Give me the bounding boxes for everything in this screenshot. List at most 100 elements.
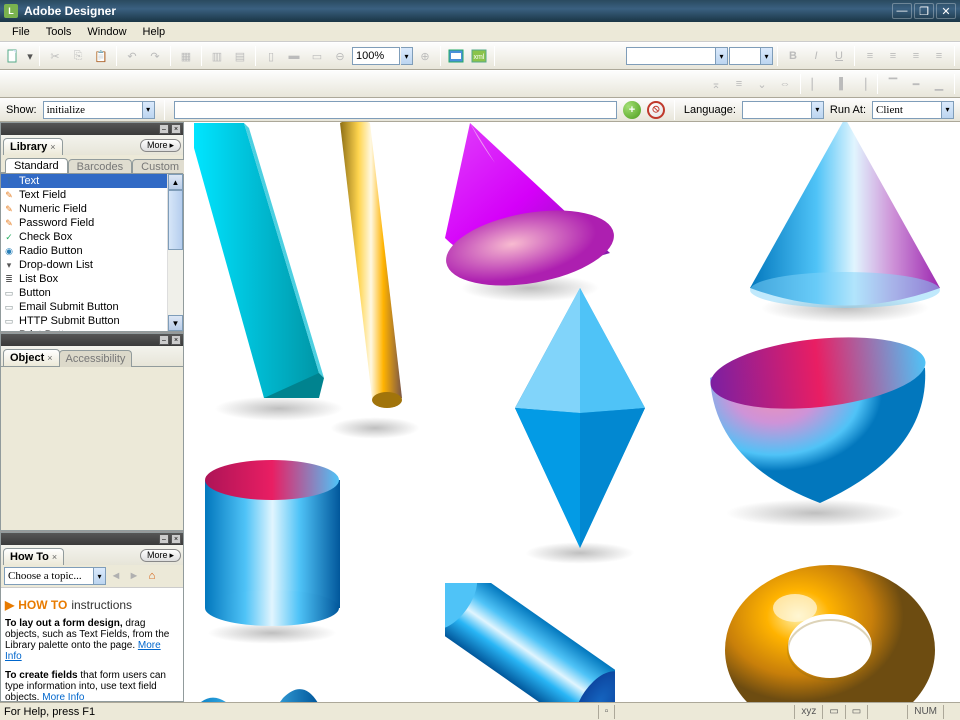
- tab-accessibility[interactable]: Accessibility: [59, 350, 133, 367]
- zoom-field[interactable]: 100%: [352, 47, 400, 65]
- status-spacer-cell: [614, 705, 794, 719]
- show-combo[interactable]: ▾: [43, 101, 155, 119]
- list-item[interactable]: ◉Radio Button: [1, 244, 183, 258]
- font-size-combo[interactable]: ▾: [729, 47, 773, 65]
- howto-heading: ▶ HOW TO instructions: [5, 598, 179, 612]
- paste-button: 📋: [90, 45, 112, 67]
- canvas-shape[interactable]: [189, 123, 339, 403]
- home-icon[interactable]: ⌂: [144, 568, 160, 584]
- list-item[interactable]: ▭Button: [1, 286, 183, 300]
- forward-button[interactable]: ►: [126, 568, 142, 584]
- font-family-combo[interactable]: ▾: [626, 47, 728, 65]
- status-bar: For Help, press F1 ▫ xyz ▭ ▭ NUM: [0, 702, 960, 720]
- item-icon: ▭: [3, 329, 15, 331]
- item-icon: ✎: [3, 189, 15, 201]
- canvas-shape[interactable]: [188, 678, 318, 702]
- list-item[interactable]: ✎Numeric Field: [1, 202, 183, 216]
- item-icon: ✎: [3, 217, 15, 229]
- tab-object[interactable]: Object×: [3, 349, 60, 366]
- object-panel: – × Object× Accessibility: [0, 333, 184, 531]
- item-icon: ≣: [3, 273, 15, 285]
- more-info-link[interactable]: More Info: [42, 692, 84, 701]
- panel-close-icon[interactable]: ×: [171, 124, 181, 134]
- canvas-shape[interactable]: [445, 583, 615, 702]
- list-item[interactable]: ✓Check Box: [1, 230, 183, 244]
- close-icon[interactable]: ×: [50, 142, 55, 152]
- new-doc-dropdown[interactable]: ▾: [25, 45, 35, 67]
- language-combo[interactable]: ▾: [742, 101, 824, 119]
- item-icon: ▭: [3, 301, 15, 313]
- library-panel-bar[interactable]: – ×: [1, 123, 183, 135]
- app-logo-icon: L: [4, 4, 18, 18]
- close-icon[interactable]: ×: [47, 353, 52, 363]
- menu-window[interactable]: Window: [79, 24, 134, 40]
- subtab-custom[interactable]: Custom: [132, 159, 188, 174]
- add-script-button[interactable]: +: [623, 101, 641, 119]
- runat-combo[interactable]: ▾: [872, 101, 954, 119]
- italic-button: I: [805, 45, 827, 67]
- item-label: HTTP Submit Button: [19, 315, 120, 327]
- restore-button[interactable]: ❐: [914, 3, 934, 19]
- zoom-dropdown[interactable]: ▾: [401, 47, 413, 65]
- item-label: Text: [19, 175, 39, 187]
- canvas-shape[interactable]: [435, 123, 625, 293]
- tab-library[interactable]: Library×: [3, 138, 63, 155]
- canvas-shape[interactable]: [700, 333, 930, 508]
- menu-file[interactable]: File: [4, 24, 38, 40]
- menu-tools[interactable]: Tools: [38, 24, 80, 40]
- list-item[interactable]: ▭Email Submit Button: [1, 300, 183, 314]
- status-indicator-1: ▫: [598, 705, 615, 719]
- item-icon: ▾: [3, 259, 15, 271]
- canvas-shape[interactable]: [720, 558, 940, 702]
- subtab-barcodes[interactable]: Barcodes: [68, 159, 132, 174]
- list-item[interactable]: ▾ Drop-down List: [1, 258, 183, 272]
- scrollbar[interactable]: ▲ ▼: [167, 174, 183, 331]
- topic-combo[interactable]: ▾: [4, 567, 106, 585]
- script-field[interactable]: [174, 101, 617, 119]
- layout-editor-button[interactable]: [445, 45, 467, 67]
- object-panel-bar[interactable]: – ×: [1, 334, 183, 346]
- minimize-button[interactable]: —: [892, 3, 912, 19]
- status-xyz: xyz: [794, 705, 822, 719]
- close-icon[interactable]: ×: [52, 552, 57, 562]
- howto-panel-bar[interactable]: – ×: [1, 533, 183, 545]
- item-icon: T: [3, 175, 15, 187]
- item-icon: ✓: [3, 231, 15, 243]
- subtab-standard[interactable]: Standard: [5, 158, 68, 173]
- item-label: Drop-down List: [19, 259, 93, 271]
- item-label: List Box: [19, 273, 58, 285]
- list-item[interactable]: ≣ List Box: [1, 272, 183, 286]
- item-icon: ▭: [3, 287, 15, 299]
- panel-close-icon[interactable]: ×: [171, 534, 181, 544]
- canvas-shape[interactable]: [200, 458, 345, 628]
- status-gap2: [943, 705, 956, 719]
- panel-close-icon[interactable]: ×: [171, 335, 181, 345]
- list-item[interactable]: ✎Password Field: [1, 216, 183, 230]
- list-item[interactable]: T Text: [1, 174, 183, 188]
- scroll-thumb[interactable]: [168, 190, 183, 250]
- canvas-shape[interactable]: [740, 122, 950, 318]
- howto-more-button[interactable]: More ▸: [140, 549, 181, 562]
- tab-howto[interactable]: How To×: [3, 548, 64, 565]
- panel-minimize-icon[interactable]: –: [159, 124, 169, 134]
- menu-help[interactable]: Help: [135, 24, 174, 40]
- close-button[interactable]: ✕: [936, 3, 956, 19]
- valign-top-button: ⌅: [705, 73, 727, 95]
- library-more-button[interactable]: More ▸: [140, 139, 181, 152]
- canvas-shape[interactable]: [510, 288, 650, 558]
- panel-minimize-icon[interactable]: –: [159, 534, 169, 544]
- underline-button: U: [828, 45, 850, 67]
- cancel-script-button[interactable]: ⦸: [647, 101, 665, 119]
- list-item[interactable]: ▭Print Button: [1, 328, 183, 331]
- new-doc-button[interactable]: [2, 45, 24, 67]
- title-bar: L Adobe Designer — ❐ ✕: [0, 0, 960, 22]
- panel-minimize-icon[interactable]: –: [159, 335, 169, 345]
- back-button[interactable]: ◄: [108, 568, 124, 584]
- canvas[interactable]: [184, 122, 960, 702]
- xml-source-button[interactable]: xml: [468, 45, 490, 67]
- scroll-down-icon[interactable]: ▼: [168, 315, 183, 331]
- list-item[interactable]: ▭ HTTP Submit Button: [1, 314, 183, 328]
- canvas-shape[interactable]: [330, 122, 410, 418]
- list-item[interactable]: ✎Text Field: [1, 188, 183, 202]
- scroll-up-icon[interactable]: ▲: [168, 174, 183, 190]
